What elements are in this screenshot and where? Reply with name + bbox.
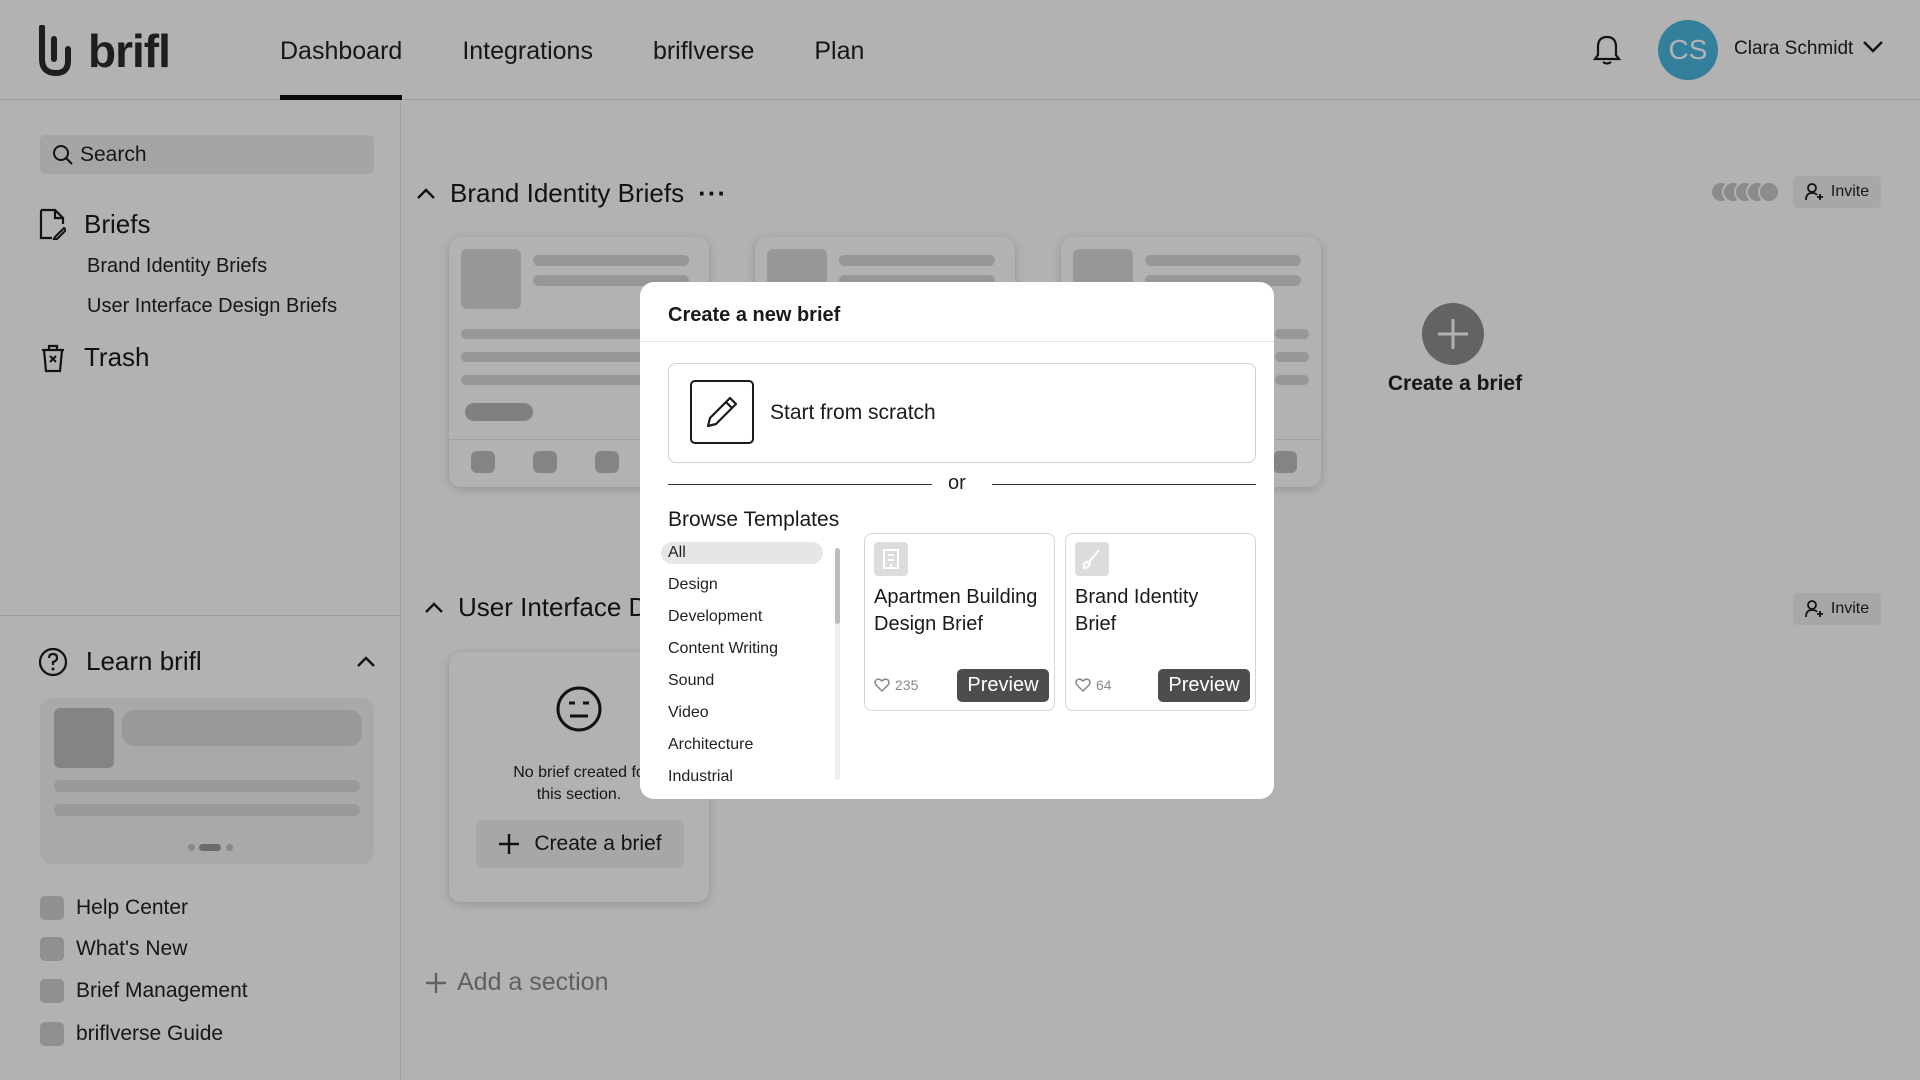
building-icon (874, 542, 908, 576)
or-divider-right (992, 484, 1256, 485)
category-design[interactable]: Design (668, 576, 718, 594)
modal-title: Create a new brief (668, 304, 841, 326)
category-architecture[interactable]: Architecture (668, 736, 753, 754)
start-from-scratch-label: Start from scratch (770, 401, 936, 424)
category-sound[interactable]: Sound (668, 672, 714, 690)
likes-count: 64 (1096, 677, 1112, 693)
or-label: or (948, 472, 966, 494)
heart-icon (1075, 678, 1091, 692)
template-card[interactable]: Apartmen Building Design Brief 235 Previ… (864, 533, 1055, 711)
template-card[interactable]: Brand Identity Brief 64 Preview (1065, 533, 1256, 711)
start-from-scratch-button[interactable]: Start from scratch (668, 363, 1256, 463)
category-scrollbar-thumb[interactable] (835, 548, 840, 624)
pencil-icon (690, 380, 754, 444)
likes-count: 235 (895, 677, 919, 693)
template-likes[interactable]: 64 (1075, 677, 1112, 693)
category-video[interactable]: Video (668, 704, 709, 722)
category-content-writing[interactable]: Content Writing (668, 640, 778, 658)
category-industrial[interactable]: Industrial (668, 768, 733, 786)
create-brief-modal: Create a new brief Start from scratch or… (640, 282, 1274, 799)
modal-divider (640, 341, 1274, 342)
category-development[interactable]: Development (668, 608, 762, 626)
or-divider-left (668, 484, 932, 485)
category-all[interactable]: All (668, 544, 686, 562)
template-title: Brand Identity Brief (1075, 586, 1199, 635)
template-title: Apartmen Building Design Brief (874, 586, 1038, 635)
template-likes[interactable]: 235 (874, 677, 918, 693)
browse-templates-label: Browse Templates (668, 508, 840, 531)
preview-button[interactable]: Preview (1158, 669, 1250, 702)
heart-icon (874, 678, 890, 692)
brush-icon (1075, 542, 1109, 576)
preview-button[interactable]: Preview (957, 669, 1049, 702)
